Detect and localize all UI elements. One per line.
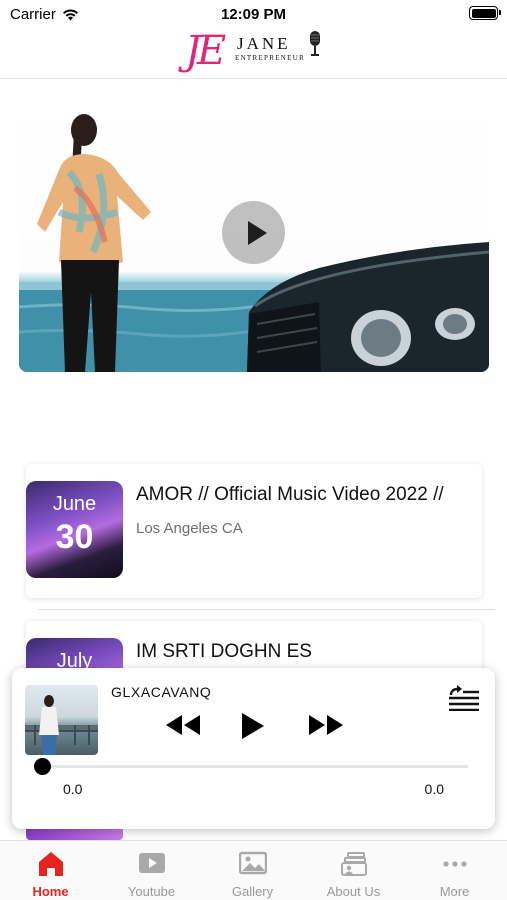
event-month: June xyxy=(52,493,97,515)
next-track-icon[interactable] xyxy=(308,714,344,736)
about-us-icon xyxy=(340,852,367,876)
featured-video[interactable] xyxy=(19,92,489,372)
microphone-icon xyxy=(310,31,320,56)
tab-label: More xyxy=(439,884,470,899)
tab-label: Home xyxy=(32,884,69,899)
event-location: Los Angeles CA xyxy=(136,520,243,537)
tab-label: Gallery xyxy=(231,884,274,899)
tab-bar: Home Youtube Gallery About Us More xyxy=(0,840,507,900)
elapsed-time: 0.0 xyxy=(63,781,83,797)
battery-icon xyxy=(469,6,501,20)
tab-youtube[interactable]: Youtube xyxy=(101,841,202,900)
tab-home[interactable]: Home xyxy=(0,841,101,900)
video-play-button[interactable] xyxy=(222,201,285,264)
track-title: GLXACAVANQ xyxy=(111,684,212,700)
tab-gallery[interactable]: Gallery xyxy=(202,841,303,900)
play-icon xyxy=(247,220,267,245)
mini-player[interactable]: GLXACAVANQ 0.0 0.0 xyxy=(12,668,495,829)
more-icon xyxy=(442,861,467,867)
track-artwork[interactable] xyxy=(25,685,98,755)
tab-label: Youtube xyxy=(127,884,176,899)
previous-track-icon[interactable] xyxy=(165,714,201,736)
tab-about-us[interactable]: About Us xyxy=(303,841,404,900)
gallery-icon xyxy=(238,851,267,875)
tab-label: About Us xyxy=(326,884,381,899)
event-title: AMOR // Official Music Video 2022 // xyxy=(136,484,444,505)
logo-tagline: ENTREPRENEUR xyxy=(235,54,306,62)
app-logo: JE JANE ENTREPRENEUR xyxy=(185,28,325,76)
logo-monogram: JE xyxy=(185,28,226,74)
app-header: JE JANE ENTREPRENEUR xyxy=(0,28,507,79)
status-bar: Carrier 12:09 PM xyxy=(0,0,507,28)
event-date-thumbnail: June 30 xyxy=(26,481,123,578)
play-pause-icon[interactable] xyxy=(241,712,265,740)
progress-slider[interactable] xyxy=(43,765,468,768)
event-day: 30 xyxy=(55,518,94,556)
home-icon xyxy=(38,852,63,876)
event-title: IM SRTI DOGHN ES xyxy=(136,641,312,662)
list-divider xyxy=(38,609,495,610)
tab-more[interactable]: More xyxy=(404,841,505,900)
progress-slider-thumb[interactable] xyxy=(34,758,51,775)
logo-name: JANE xyxy=(237,34,291,53)
youtube-icon xyxy=(138,853,165,873)
artwork-image xyxy=(25,695,98,755)
total-time: 0.0 xyxy=(424,781,444,797)
queue-icon[interactable] xyxy=(449,685,479,711)
status-time: 12:09 PM xyxy=(220,6,287,23)
event-card[interactable]: June 30 AMOR // Official Music Video 202… xyxy=(26,464,482,598)
